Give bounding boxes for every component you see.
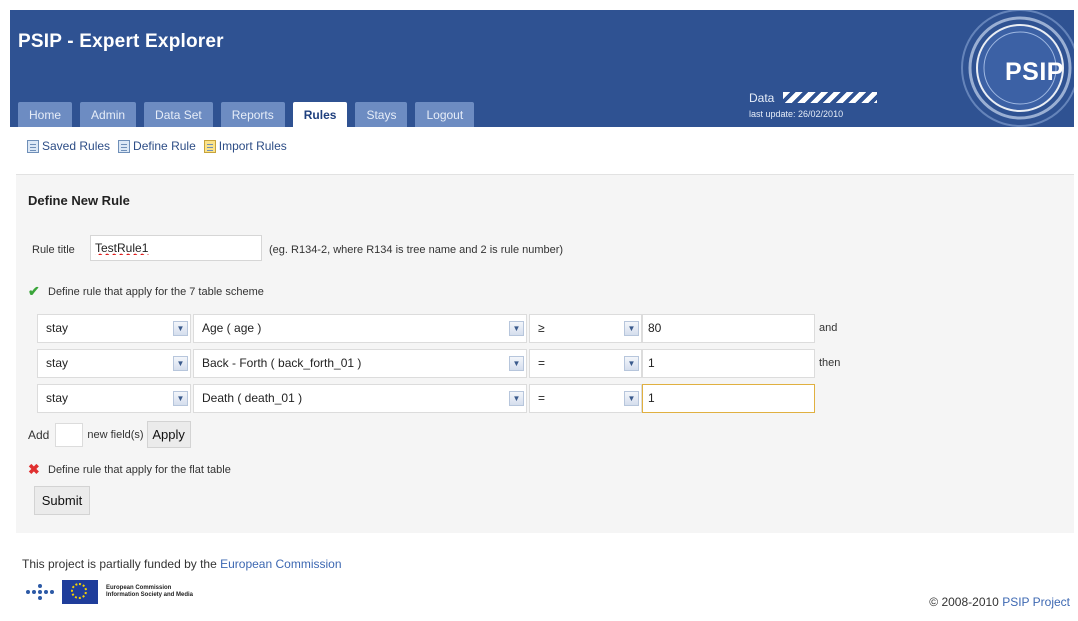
tab-logout[interactable]: Logout [415, 102, 475, 127]
define-rule-label: Define Rule [133, 139, 196, 153]
saved-rules-link[interactable]: Saved Rules [27, 139, 110, 153]
logo-text: PSIP [1005, 58, 1064, 86]
tab-rules[interactable]: Rules [292, 102, 348, 127]
eu-flag-icon [62, 580, 98, 604]
rule-title-hint: (eg. R134-2, where R134 is tree name and… [269, 244, 564, 256]
page-title: Define New Rule [28, 193, 130, 208]
rule-row: stay ▼ Age ( age ) ▼ ≥ ▼ 80 and [37, 314, 867, 343]
row-operator-select[interactable]: = ▼ [529, 384, 642, 413]
check-icon: ✔ [28, 283, 40, 299]
apply-button[interactable]: Apply [146, 421, 191, 448]
row-field-value: Back - Forth ( back_forth_01 ) [202, 356, 362, 370]
cross-icon: ✖ [28, 461, 40, 477]
funding-text: This project is partially funded by the [22, 557, 217, 571]
psip-project-link[interactable]: PSIP Project [1002, 595, 1070, 609]
main-tabs: Home Admin Data Set Reports Rules Stays … [18, 102, 482, 127]
copyright-notice: © 2008-2010 PSIP Project [929, 595, 1070, 609]
rule-title-input[interactable] [90, 235, 262, 261]
copyright-text: © 2008-2010 [929, 595, 999, 609]
tab-home[interactable]: Home [18, 102, 73, 127]
chevron-down-icon[interactable]: ▼ [624, 391, 639, 406]
chevron-down-icon[interactable]: ▼ [509, 321, 524, 336]
psip-logo: PSIP [945, 10, 1074, 127]
app-title: PSIP - Expert Explorer [18, 31, 224, 52]
row-field-select[interactable]: Age ( age ) ▼ [193, 314, 527, 343]
row-type-value: stay [46, 321, 69, 335]
dots-logo-icon [26, 583, 54, 601]
row-operator-value: = [538, 356, 546, 370]
define-rule-panel: Define New Rule Rule title (eg. R134-2, … [16, 174, 1074, 533]
row-operator-select[interactable]: ≥ ▼ [529, 314, 642, 343]
partner-logos: European Commission Information Society … [26, 580, 193, 604]
saved-rules-icon [27, 139, 39, 153]
row-operator-value: ≥ [538, 321, 545, 335]
add-label: Add [28, 427, 50, 442]
row-value-input[interactable]: 1 [642, 384, 815, 413]
tree-scheme-label: Define rule that apply for the 7 table s… [48, 285, 264, 298]
chevron-down-icon[interactable]: ▼ [624, 321, 639, 336]
funding-notice: This project is partially funded by the … [22, 557, 342, 571]
tab-data-set[interactable]: Data Set [144, 102, 213, 127]
chevron-down-icon[interactable]: ▼ [509, 391, 524, 406]
european-commission-link[interactable]: European Commission [220, 557, 341, 571]
row-type-select[interactable]: stay ▼ [37, 314, 191, 343]
row-conjunction: and [819, 322, 838, 334]
chevron-down-icon[interactable]: ▼ [624, 356, 639, 371]
chevron-down-icon[interactable]: ▼ [173, 391, 188, 406]
add-fields-row: Add new field(s) Apply [28, 421, 191, 448]
row-type-value: stay [46, 356, 69, 370]
chevron-down-icon[interactable]: ▼ [509, 356, 524, 371]
add-count-input[interactable] [55, 422, 84, 447]
data-progress-stripes [782, 92, 877, 104]
row-type-select[interactable]: stay ▼ [37, 349, 191, 378]
eu-line-2: Information Society and Media [106, 592, 194, 598]
rules-subnav: Saved Rules Define Rule Import Rules [27, 139, 287, 153]
row-conjunction: then [819, 357, 841, 369]
row-field-select[interactable]: Back - Forth ( back_forth_01 ) ▼ [193, 349, 527, 378]
define-rule-icon [118, 139, 131, 153]
submit-button[interactable]: Submit [34, 486, 90, 515]
row-field-value: Death ( death_01 ) [202, 391, 303, 405]
import-rules-label: Import Rules [218, 139, 287, 153]
add-suffix-label: new field(s) [87, 428, 144, 441]
flat-table-label: Define rule that apply for the flat tabl… [48, 463, 231, 476]
row-operator-select[interactable]: = ▼ [529, 349, 642, 378]
rule-row: stay ▼ Death ( death_01 ) ▼ = ▼ 1 [37, 384, 867, 413]
tree-scheme-section: ✔ Define rule that apply for the 7 table… [28, 283, 264, 300]
chevron-down-icon[interactable]: ▼ [173, 356, 188, 371]
row-operator-value: = [538, 391, 546, 405]
chevron-down-icon[interactable]: ▼ [173, 321, 188, 336]
eu-line-1: European Commission [106, 585, 172, 591]
row-type-select[interactable]: stay ▼ [37, 384, 191, 413]
data-status: Data last update: 26/02/2010 [749, 89, 877, 119]
data-label: Data [749, 91, 775, 105]
rule-title-label: Rule title [32, 244, 75, 256]
row-value-input[interactable]: 80 [642, 314, 815, 343]
last-update-text: last update: 26/02/2010 [749, 109, 844, 119]
row-value-input[interactable]: 1 [642, 349, 815, 378]
rule-row: stay ▼ Back - Forth ( back_forth_01 ) ▼ … [37, 349, 867, 378]
saved-rules-label: Saved Rules [42, 139, 111, 153]
flat-table-section: ✖ Define rule that apply for the flat ta… [28, 461, 231, 478]
header-banner: PSIP - Expert Explorer Home Admin Data S… [10, 10, 1074, 127]
define-rule-link[interactable]: Define Rule [118, 139, 196, 153]
eu-commission-logo-text: European Commission Information Society … [106, 585, 193, 599]
row-field-select[interactable]: Death ( death_01 ) ▼ [193, 384, 527, 413]
tab-stays[interactable]: Stays [355, 102, 408, 127]
tab-reports[interactable]: Reports [220, 102, 285, 127]
row-type-value: stay [46, 391, 69, 405]
row-field-value: Age ( age ) [202, 321, 262, 335]
import-rules-icon [203, 139, 216, 153]
tab-admin[interactable]: Admin [80, 102, 137, 127]
import-rules-link[interactable]: Import Rules [203, 139, 287, 153]
